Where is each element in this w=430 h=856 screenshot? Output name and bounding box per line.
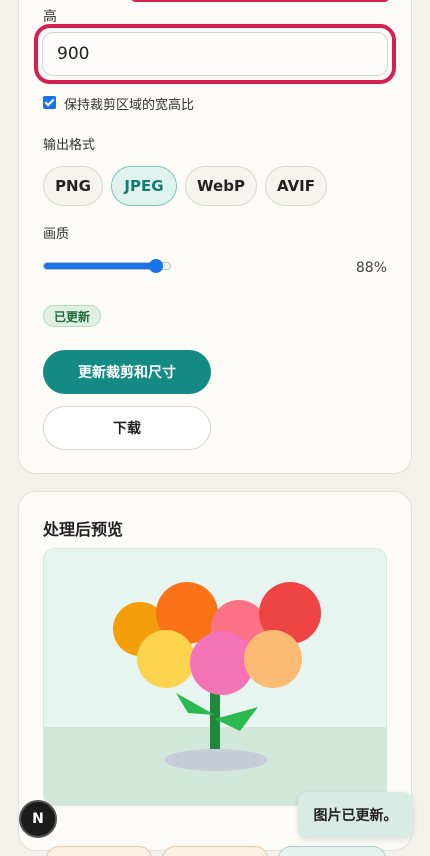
keep-ratio-label: 保持裁剪区域的宽高比 (64, 98, 195, 113)
peek-chip-1[interactable] (46, 846, 152, 856)
update-crop-button[interactable]: 更新裁剪和尺寸 (43, 350, 211, 394)
format-avif-button[interactable]: AVIF (265, 166, 327, 206)
quality-value: 88% (355, 260, 387, 276)
highlight-edge (130, 0, 390, 2)
status-badge: 已更新 (43, 305, 102, 327)
format-png-button[interactable]: PNG (43, 166, 103, 206)
n-logo-icon[interactable]: N (19, 800, 57, 838)
toast-notification: 图片已更新。 (298, 792, 413, 838)
quality-label: 画质 (43, 227, 70, 242)
flower-illustration (44, 549, 386, 805)
quality-slider-fill (44, 263, 157, 269)
peek-chip-2[interactable] (162, 846, 268, 856)
format-jpeg-button[interactable]: JPEG (111, 166, 177, 206)
format-webp-button[interactable]: WebP (185, 166, 257, 206)
quality-slider-thumb[interactable] (148, 259, 163, 273)
preview-title: 处理后预览 (43, 520, 124, 539)
keep-ratio-checkbox[interactable] (43, 96, 56, 109)
download-button[interactable]: 下载 (43, 406, 211, 450)
height-input[interactable] (42, 32, 388, 76)
height-label: 高 (43, 9, 57, 25)
preview-image (43, 548, 387, 806)
peek-chip-3[interactable] (278, 846, 386, 856)
format-label: 输出格式 (43, 138, 96, 153)
